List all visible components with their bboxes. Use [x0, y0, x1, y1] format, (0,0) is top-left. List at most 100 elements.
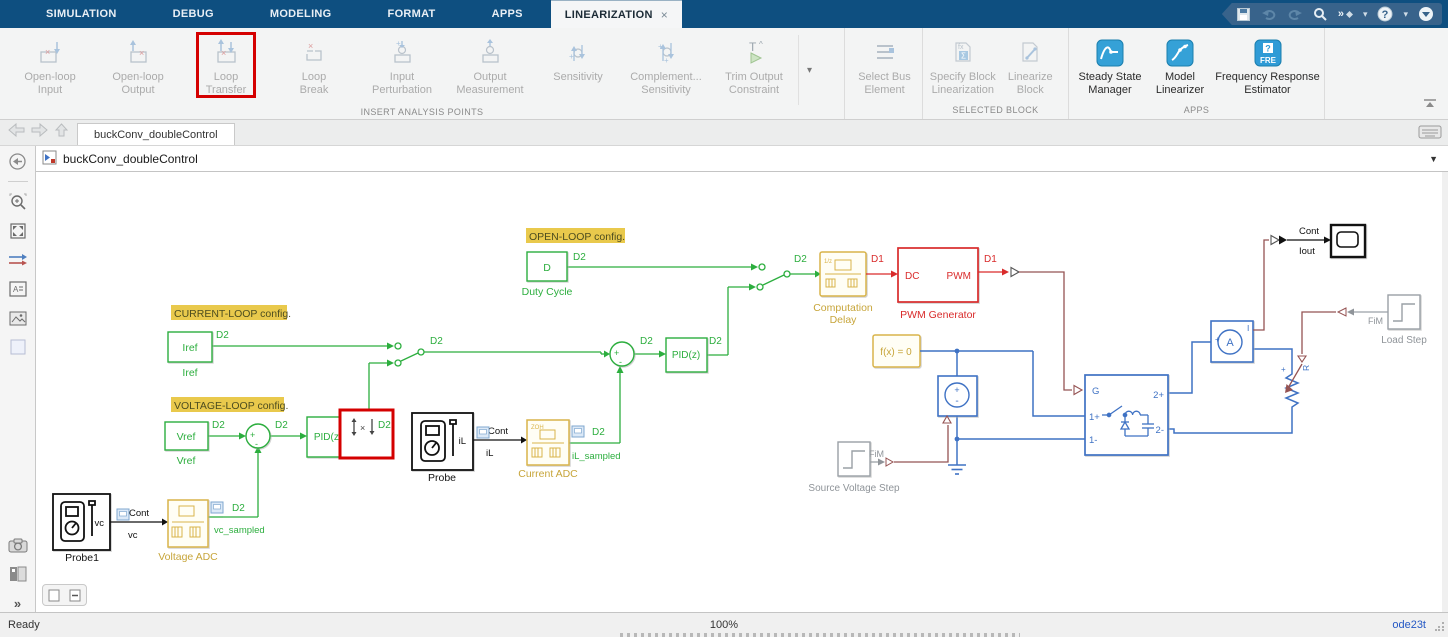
svg-text:vc_sampled: vc_sampled [214, 525, 265, 536]
pid-current-block[interactable]: PID(z) D2 [666, 336, 722, 372]
loop-break-button[interactable]: × Loop Break [270, 32, 358, 97]
frequency-response-estimator-button[interactable]: ?FRE Frequency Response Estimator [1215, 32, 1320, 97]
more-tools-caret-icon[interactable]: ▾ [1363, 9, 1368, 20]
linearize-block-button[interactable]: Linearize Block [997, 32, 1065, 97]
svg-text:A: A [13, 285, 19, 294]
hide-explorer-bar-icon[interactable] [8, 152, 28, 170]
green-signal-wires[interactable] [208, 267, 815, 517]
search-icon[interactable] [1313, 7, 1328, 22]
help-icon[interactable]: ? [1377, 6, 1393, 22]
tab-close-icon[interactable]: × [661, 8, 668, 22]
zoom-region-icon[interactable] [8, 193, 28, 211]
model-linearizer-button[interactable]: Model Linearizer [1145, 32, 1215, 97]
output-measurement-button[interactable]: Output Measurement [446, 32, 534, 97]
ground-symbol[interactable] [948, 465, 966, 474]
page-remove-icon[interactable] [66, 587, 84, 603]
complementary-sensitivity-button[interactable]: ++ Complement... Sensitivity [622, 32, 710, 97]
ammeter-block[interactable]: A + I [1211, 321, 1253, 362]
viewmark-camera-icon[interactable] [8, 536, 28, 554]
open-loop-output-button[interactable]: × Open-loop Output [94, 32, 182, 97]
computation-delay-block[interactable]: 1/z Computation Delay [813, 252, 873, 326]
svg-text:Probe1: Probe1 [65, 552, 99, 564]
model-canvas[interactable]: OPEN-LOOP config. CURRENT-LOOP config. V… [36, 172, 1448, 612]
annotation-open-loop-config[interactable]: OPEN-LOOP config. [526, 228, 625, 243]
save-icon[interactable] [1236, 7, 1251, 22]
group-insert-analysis-points: × Open-loop Input × Open-loop Output × [0, 28, 845, 119]
document-tab-label: buckConv_doubleControl [94, 129, 218, 141]
svg-text:G: G [1092, 386, 1099, 397]
output-measurement-icon [475, 35, 505, 71]
redo-icon[interactable] [1287, 7, 1303, 21]
page-icon[interactable] [45, 587, 63, 603]
group-selected-block: fxΣ Specify Block Linearization Lineariz… [923, 28, 1069, 119]
vref-block[interactable]: Vref Vref [165, 422, 208, 467]
tab-simulation[interactable]: SIMULATION [18, 0, 145, 28]
scope-block[interactable] [1331, 225, 1365, 257]
duty-cycle-block[interactable]: D Duty Cycle [522, 252, 573, 298]
svg-text:vc: vc [128, 530, 138, 541]
svg-text:iL_sampled: iL_sampled [572, 451, 621, 462]
tab-modeling[interactable]: MODELING [242, 0, 360, 28]
current-sum-block[interactable]: + - [610, 342, 634, 367]
load-step-block[interactable]: Load Step [1381, 295, 1427, 346]
sensitivity-button[interactable]: + Sensitivity [534, 32, 622, 84]
trim-output-constraint-button[interactable]: T^ Trim Output Constraint [710, 32, 798, 97]
svg-text:Voltage ADC: Voltage ADC [158, 551, 218, 563]
iref-block[interactable]: Iref Iref [168, 332, 212, 379]
current-adc-block[interactable]: ZOH Current ADC [518, 420, 578, 480]
up-to-parent-icon[interactable] [54, 123, 69, 142]
solver-configuration-block[interactable]: f(x) = 0 [873, 335, 920, 367]
tab-debug[interactable]: DEBUG [145, 0, 242, 28]
variable-resistor[interactable]: + [1281, 365, 1298, 420]
expand-palette-icon[interactable]: » [8, 594, 28, 612]
undo-icon[interactable] [1261, 7, 1277, 21]
pwm-generator-block[interactable]: DC PWM PWM Generator [898, 248, 978, 321]
model-browser-icon[interactable] [8, 565, 28, 583]
breadcrumb-model-name[interactable]: buckConv_doubleControl [63, 152, 198, 166]
probe1-block[interactable]: vc Probe1 [53, 494, 110, 564]
loop-transfer-button[interactable]: × Loop Transfer [182, 32, 270, 97]
svg-text:D2: D2 [640, 336, 653, 347]
svg-text:+: + [1215, 335, 1220, 344]
help-caret-icon[interactable]: ▾ [1403, 9, 1408, 20]
source-voltage-step-block[interactable]: Source Voltage Step [808, 442, 900, 494]
voltage-source-block[interactable]: + - [938, 376, 977, 416]
area-box-icon[interactable] [8, 338, 28, 356]
forward-icon[interactable] [31, 123, 48, 142]
image-icon[interactable] [8, 309, 28, 327]
tab-apps[interactable]: APPS [464, 0, 551, 28]
signal-lines-icon[interactable] [8, 251, 28, 269]
group-label-bus [845, 103, 922, 119]
probe-block[interactable]: iL Probe [412, 413, 473, 484]
annotation-icon[interactable]: A [8, 280, 28, 298]
collapse-ribbon-icon[interactable] [1422, 97, 1438, 115]
gate-physical-wire[interactable] [1019, 272, 1072, 390]
voltage-sum-block[interactable]: + - [246, 424, 270, 449]
tab-linearization[interactable]: LINEARIZATION × [551, 0, 682, 28]
breadcrumb-dropdown-icon[interactable]: ▼ [1429, 154, 1438, 164]
converter-block[interactable]: G 1+ 1- 2+ 2- [1085, 375, 1168, 455]
status-solver[interactable]: ode23t [1392, 619, 1426, 631]
select-bus-element-button[interactable]: Select Bus Element [851, 32, 918, 97]
svg-text:D2: D2 [592, 427, 605, 438]
cont-label: Cont [1299, 226, 1319, 237]
steady-state-manager-button[interactable]: Steady State Manager [1075, 32, 1145, 97]
manual-switch-contacts[interactable] [395, 264, 790, 366]
more-tools-icon[interactable]: » [1338, 8, 1353, 20]
input-perturbation-button[interactable]: + Input Perturbation [358, 32, 446, 97]
annotation-voltage-loop-config[interactable]: VOLTAGE-LOOP config. [171, 397, 288, 412]
fit-to-view-icon[interactable] [8, 222, 28, 240]
resize-grip[interactable] [1435, 621, 1445, 634]
keyboard-shortcuts-icon[interactable] [1418, 124, 1442, 145]
voltage-adc-block[interactable]: Voltage ADC [158, 500, 218, 563]
loop-transfer-marker-highlight[interactable]: × D2 [340, 410, 393, 458]
annotation-current-loop-config[interactable]: CURRENT-LOOP config. [171, 305, 291, 320]
svg-text:CURRENT-LOOP config.: CURRENT-LOOP config. [174, 308, 291, 320]
back-icon[interactable] [8, 123, 25, 142]
tab-format[interactable]: FORMAT [360, 0, 464, 28]
open-loop-input-button[interactable]: × Open-loop Input [6, 32, 94, 97]
specify-block-linearization-button[interactable]: fxΣ Specify Block Linearization [929, 32, 997, 97]
document-tab[interactable]: buckConv_doubleControl [77, 123, 235, 145]
insert-analysis-points-caret[interactable]: ▾ [798, 35, 820, 105]
minimize-toolstrip-icon[interactable] [1418, 6, 1434, 22]
